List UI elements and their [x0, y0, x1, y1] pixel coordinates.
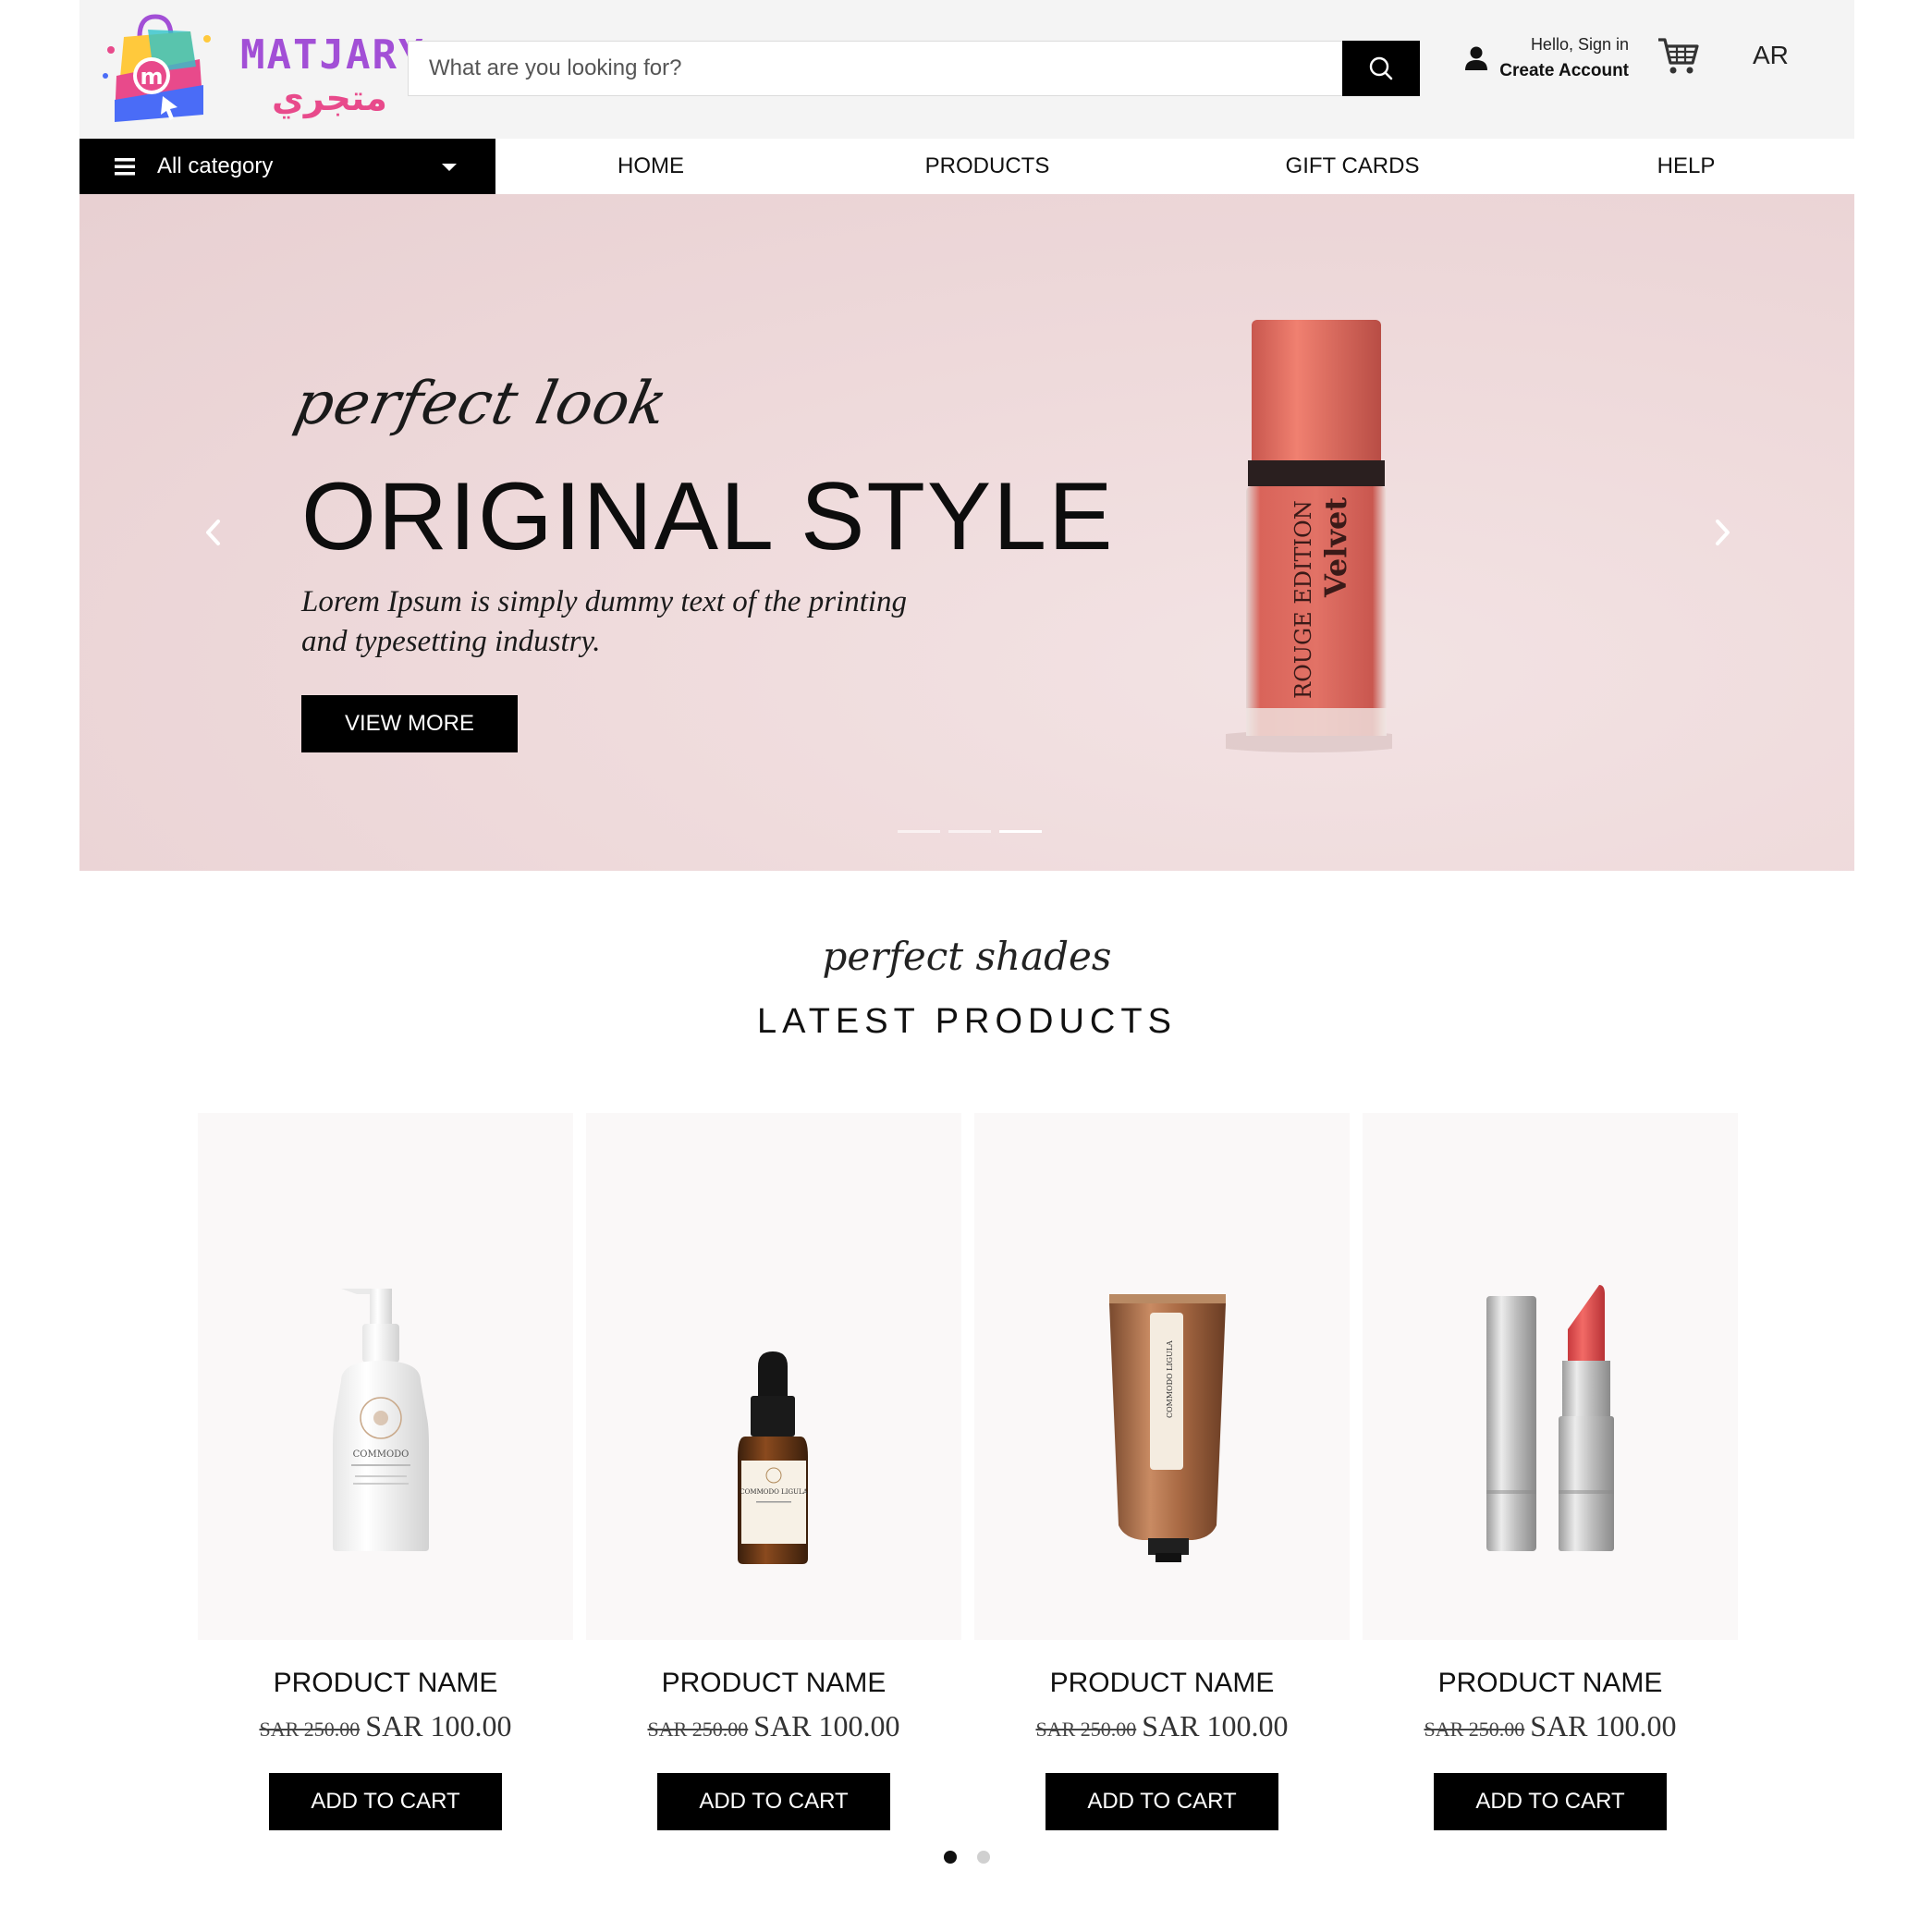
nav-products[interactable]: PRODUCTS	[925, 153, 1050, 179]
site-header: m MATJARY متجري Hello, Sign in Create Ac…	[79, 0, 1854, 139]
lipstick-image	[1486, 1285, 1614, 1551]
pagination-dot[interactable]	[977, 1851, 990, 1864]
product-image-area[interactable]	[1363, 1113, 1738, 1640]
slide-indicator[interactable]	[898, 830, 940, 833]
search-button[interactable]	[1342, 41, 1420, 96]
product-price: SAR 250.00 SAR 100.00	[974, 1709, 1350, 1743]
search-input[interactable]	[409, 42, 1374, 95]
carousel-prev-arrow-icon[interactable]	[200, 514, 227, 551]
product-price: SAR 250.00 SAR 100.00	[198, 1709, 573, 1743]
add-to-cart-button[interactable]: ADD TO CART	[1434, 1773, 1667, 1830]
slide-indicator[interactable]	[948, 830, 991, 833]
product-name[interactable]: PRODUCT NAME	[1363, 1668, 1738, 1699]
bottle-brand-label: COMMODO	[353, 1449, 410, 1460]
product-image-area[interactable]: COMMODO	[198, 1113, 573, 1640]
hero-description: Lorem Ipsum is simply dummy text of the …	[301, 585, 908, 658]
current-price: SAR 100.00	[753, 1709, 900, 1742]
create-account-link[interactable]: Create Account	[1499, 61, 1629, 81]
caret-down-icon	[442, 164, 457, 171]
product-price: SAR 250.00 SAR 100.00	[586, 1709, 961, 1743]
old-price: SAR 250.00	[1035, 1718, 1137, 1741]
search-icon	[1369, 56, 1393, 80]
old-price: SAR 250.00	[259, 1718, 361, 1741]
add-to-cart-button[interactable]: ADD TO CART	[1045, 1773, 1278, 1830]
dropper-bottle-image: COMMODO LIGULA	[738, 1351, 809, 1564]
section-title: LATEST PRODUCTS	[757, 1002, 1177, 1041]
shopping-bag-logo-icon: m	[103, 14, 211, 122]
account-link[interactable]: Hello, Sign in Create Account	[1462, 31, 1629, 87]
shopping-cart-icon[interactable]	[1657, 35, 1699, 76]
language-switch[interactable]: AR	[1753, 41, 1789, 70]
hero-banner: perfect look ORIGINAL STYLE Lorem Ipsum …	[79, 194, 1854, 871]
view-more-button[interactable]: VIEW MORE	[301, 695, 518, 752]
pagination-dot-active[interactable]	[944, 1851, 957, 1864]
carousel-next-arrow-icon[interactable]	[1708, 514, 1736, 551]
product-image-area[interactable]: COMMODO LIGULA	[974, 1113, 1350, 1640]
bottle-label-edition: ROUGE EDITION	[1290, 500, 1316, 699]
all-category-dropdown[interactable]: All category	[79, 139, 495, 194]
nav-home[interactable]: HOME	[618, 153, 684, 179]
product-price: SAR 250.00 SAR 100.00	[1363, 1709, 1738, 1743]
brand-logo[interactable]: m MATJARY متجري	[98, 11, 422, 127]
hero-slide-indicators	[898, 830, 1045, 834]
brand-name-en: MATJARY	[240, 31, 425, 79]
product-name[interactable]: PRODUCT NAME	[974, 1668, 1350, 1699]
product-image-area[interactable]: COMMODO LIGULA	[586, 1113, 961, 1640]
add-to-cart-button[interactable]: ADD TO CART	[269, 1773, 502, 1830]
old-price: SAR 250.00	[647, 1718, 749, 1741]
sign-in-text[interactable]: Hello, Sign in	[1531, 35, 1629, 55]
section-tagline: perfect shades	[822, 934, 1112, 979]
lip-gloss-bottle-image: ROUGE EDITION Velvet	[1226, 320, 1392, 752]
hamburger-menu-icon	[115, 158, 135, 176]
brand-name-ar: متجري	[272, 78, 387, 118]
product-carousel-pagination	[944, 1851, 990, 1864]
bottle-label-velvet: Velvet	[1318, 497, 1353, 598]
current-price: SAR 100.00	[1142, 1709, 1289, 1742]
cream-tube-image: COMMODO LIGULA	[1109, 1294, 1226, 1562]
nav-help[interactable]: HELP	[1657, 153, 1716, 179]
product-name[interactable]: PRODUCT NAME	[586, 1668, 961, 1699]
add-to-cart-button[interactable]: ADD TO CART	[657, 1773, 890, 1830]
pump-bottle-image: COMMODO	[333, 1289, 429, 1551]
current-price: SAR 100.00	[1530, 1709, 1677, 1742]
logo-letter: m	[140, 64, 163, 90]
tube-brand-label: COMMODO LIGULA	[1166, 1340, 1174, 1418]
hero-tagline: perfect look	[288, 370, 675, 438]
bottle-brand-label: COMMODO LIGULA	[740, 1488, 808, 1496]
search-bar	[408, 41, 1420, 96]
product-name[interactable]: PRODUCT NAME	[198, 1668, 573, 1699]
old-price: SAR 250.00	[1424, 1718, 1525, 1741]
current-price: SAR 100.00	[365, 1709, 512, 1742]
nav-gift-cards[interactable]: GIFT CARDS	[1286, 153, 1420, 179]
main-nav: All category HOME PRODUCTS GIFT CARDS HE…	[79, 139, 1854, 194]
hero-title: ORIGINAL STYLE	[301, 463, 1115, 570]
user-icon	[1465, 46, 1487, 70]
slide-indicator-active[interactable]	[999, 830, 1042, 833]
all-category-label: All category	[157, 153, 274, 178]
